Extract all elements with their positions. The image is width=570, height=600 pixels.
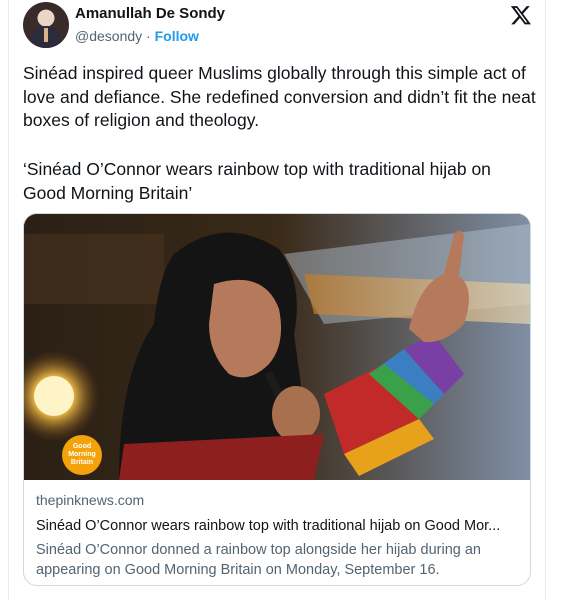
author-handle-row: @desondy · Follow bbox=[75, 28, 199, 44]
author-name[interactable]: Amanullah De Sondy bbox=[75, 5, 225, 22]
x-logo-icon[interactable] bbox=[510, 4, 532, 26]
tweet-header: Amanullah De Sondy @desondy · Follow bbox=[23, 2, 543, 52]
tweet-quote: ‘Sinéad O’Connor wears rainbow top with … bbox=[23, 159, 491, 203]
link-preview-card[interactable]: Good Morning Britain thepinknews.com Sin… bbox=[23, 213, 531, 586]
avatar-tie bbox=[44, 28, 48, 42]
tweet-text: Sinéad inspired queer Muslims globally t… bbox=[23, 63, 541, 130]
tweet-card: Amanullah De Sondy @desondy · Follow Sin… bbox=[8, 0, 546, 600]
link-description: Sinéad O’Connor donned a rainbow top alo… bbox=[36, 542, 481, 578]
video-still-image bbox=[24, 214, 530, 480]
follow-button[interactable]: Follow bbox=[155, 28, 199, 44]
badge-line-3: Britain bbox=[70, 459, 94, 466]
separator-dot: · bbox=[146, 28, 151, 44]
link-title[interactable]: Sinéad O’Connor wears rainbow top with t… bbox=[36, 518, 521, 534]
avatar[interactable] bbox=[23, 2, 69, 48]
link-preview-meta: thepinknews.com Sinéad O’Connor wears ra… bbox=[36, 492, 521, 580]
link-domain[interactable]: thepinknews.com bbox=[36, 492, 521, 512]
author-handle[interactable]: @desondy bbox=[75, 28, 142, 44]
link-preview-image[interactable]: Good Morning Britain bbox=[24, 214, 530, 480]
badge-line-1: Good bbox=[72, 443, 92, 450]
gmb-logo-badge: Good Morning Britain bbox=[62, 435, 102, 475]
badge-line-2: Morning bbox=[68, 451, 96, 458]
